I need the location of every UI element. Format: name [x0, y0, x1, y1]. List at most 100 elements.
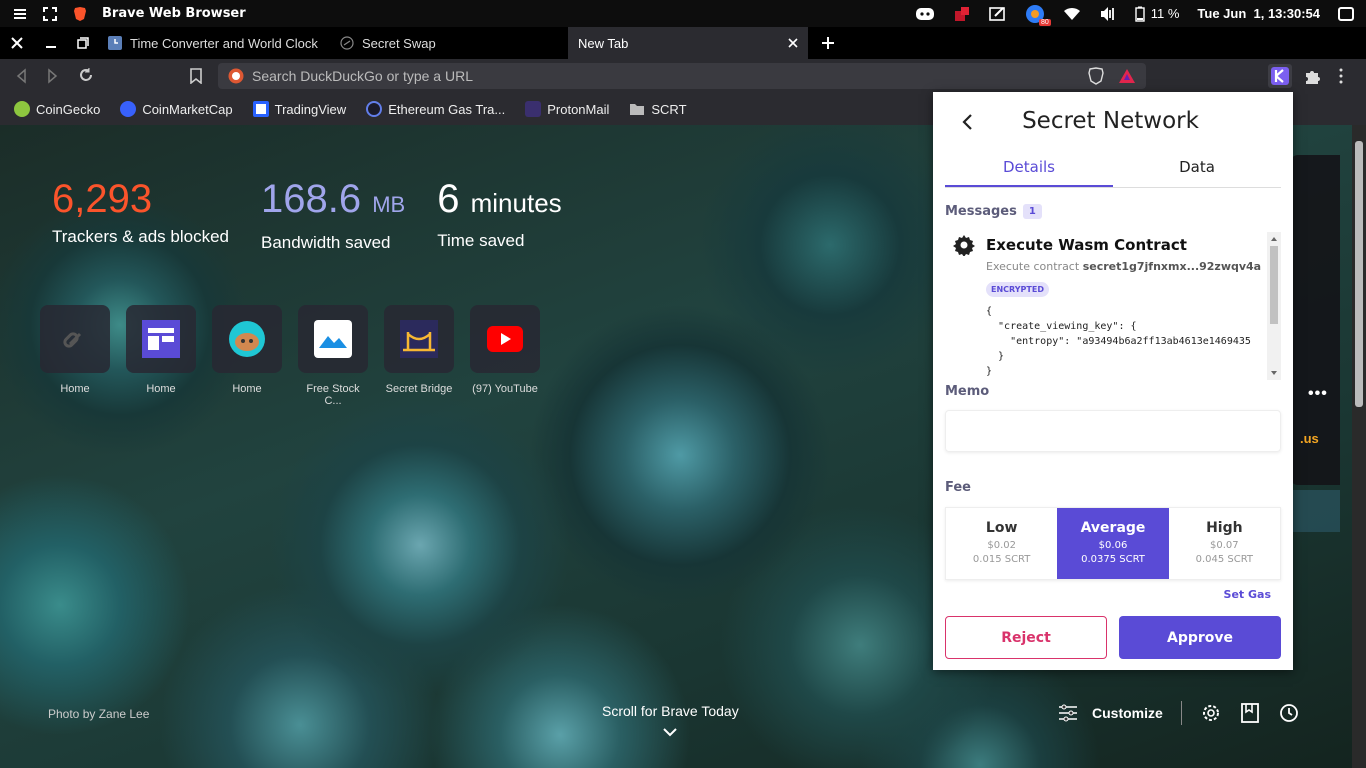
bookmark-ethereum-gas[interactable]: Ethereum Gas Tra... [366, 101, 505, 117]
discord-icon[interactable] [915, 6, 935, 22]
fee-label: Fee [945, 480, 971, 495]
volume-icon[interactable] [1099, 6, 1117, 22]
stat-trackers-label: Trackers & ads blocked [52, 227, 229, 246]
tab-label: Secret Swap [362, 35, 436, 51]
forward-icon[interactable] [46, 68, 60, 84]
chevron-down-icon [663, 728, 678, 737]
window-icon[interactable] [1338, 6, 1354, 21]
sliders-icon [1059, 704, 1077, 722]
extensions-puzzle-icon[interactable] [1303, 68, 1321, 86]
tile-label: Secret Bridge [385, 383, 453, 395]
app-tray-icon[interactable] [953, 5, 971, 23]
bookmark-label: TradingView [274, 101, 347, 117]
fee-option-average[interactable]: Average $0.06 0.0375 SCRT [1057, 508, 1169, 579]
bookmark-label: SCRT [651, 101, 687, 117]
toolbar: Search DuckDuckGo or type a URL [0, 59, 1366, 93]
customize-button[interactable]: Customize [1058, 704, 1163, 722]
battery-icon[interactable] [1135, 6, 1145, 22]
fullscreen-icon[interactable] [42, 6, 58, 22]
fee-option-low[interactable]: Low $0.02 0.015 SCRT [946, 508, 1057, 579]
scroll-brave-today[interactable]: Scroll for Brave Today [602, 703, 739, 740]
message-title: Execute Wasm Contract [986, 236, 1187, 254]
clock[interactable]: Tue Jun 1, 13:30:54 [1197, 6, 1320, 21]
tile-label: Free Stock C... [306, 383, 360, 407]
bookmark-tradingview[interactable]: TradingView [252, 101, 347, 117]
message-scrollbar[interactable] [1267, 232, 1281, 380]
side-widget-button[interactable] [1290, 490, 1340, 532]
top-site-tile[interactable]: Secret Bridge [384, 305, 454, 407]
encrypted-badge: ENCRYPTED [986, 282, 1049, 297]
bookmark-coinmarketcap[interactable]: CoinMarketCap [120, 101, 233, 117]
fee-scrt: 0.045 SCRT [1195, 554, 1254, 565]
page-scrollbar[interactable] [1352, 125, 1366, 768]
stat-trackers-value: 6,293 [52, 177, 153, 221]
top-site-tile[interactable]: Home [212, 305, 282, 407]
back-icon[interactable] [14, 68, 28, 84]
free-stock-charts-icon [314, 320, 352, 358]
set-gas-link[interactable]: Set Gas [1224, 588, 1271, 601]
memo-input[interactable] [945, 410, 1281, 452]
approve-button[interactable]: Approve [1119, 616, 1281, 659]
keplr-extension-icon[interactable] [1268, 64, 1292, 88]
settings-gear-icon[interactable] [1200, 702, 1222, 724]
memo-label: Memo [945, 384, 990, 399]
contract-address: secret1g7jfnxmx...92zwqv4a [1082, 260, 1262, 273]
history-icon[interactable] [1278, 702, 1300, 724]
tab-secret-swap[interactable]: Secret Swap [330, 27, 568, 59]
messages-label: Messages [945, 204, 1017, 219]
fee-option-high[interactable]: High $0.07 0.045 SCRT [1169, 508, 1280, 579]
tab-time-converter[interactable]: Time Converter and World Clock - Co [98, 27, 330, 59]
widget-more-icon[interactable]: ••• [1308, 385, 1328, 403]
more-menu-icon[interactable] [1338, 68, 1344, 84]
close-window-icon[interactable] [0, 37, 34, 49]
bookmark-label: CoinGecko [36, 101, 101, 117]
minimize-window-icon[interactable] [34, 37, 68, 49]
tradingview-icon [252, 101, 269, 117]
close-tab-icon[interactable] [788, 38, 798, 48]
message-scrollbar-thumb[interactable] [1270, 246, 1278, 324]
photo-credit[interactable]: Photo by Zane Lee [48, 707, 149, 721]
gear-icon [953, 234, 975, 260]
tab-data[interactable]: Data [1113, 154, 1281, 187]
protonmail-icon [525, 101, 542, 117]
bookmark-folder-scrt[interactable]: SCRT [629, 101, 687, 117]
menu-icon[interactable] [12, 7, 28, 21]
stat-time-unit: minutes [470, 188, 562, 218]
top-site-tile[interactable]: (97) YouTube [470, 305, 540, 407]
tile-label: (97) YouTube [472, 383, 538, 395]
fee-scrt: 0.0375 SCRT [1081, 554, 1145, 565]
stat-time-number: 6 minutes [437, 177, 561, 225]
bookmark-coingecko[interactable]: CoinGecko [14, 101, 100, 117]
tab-details[interactable]: Details [945, 154, 1113, 187]
top-site-tile[interactable]: Free Stock C... [298, 305, 368, 407]
url-bar[interactable]: Search DuckDuckGo or type a URL [218, 63, 1146, 89]
coinmarketcap-icon [120, 101, 137, 117]
reject-button[interactable]: Reject [945, 616, 1107, 659]
bookmarks-manager-icon[interactable] [1240, 702, 1260, 724]
fee-usd: $0.02 [987, 540, 1016, 551]
top-site-tile[interactable]: Home [40, 305, 110, 407]
stat-bandwidth-value: 168.6 [261, 177, 362, 221]
new-tab-icon[interactable] [808, 36, 848, 50]
scrollbar-thumb[interactable] [1355, 141, 1363, 407]
notes-icon[interactable] [988, 6, 1007, 22]
side-widget: ••• .us [1290, 155, 1340, 485]
brave-rewards-icon[interactable] [1118, 68, 1136, 84]
popup-tabs: Details Data [945, 154, 1281, 188]
bookmark-protonmail[interactable]: ProtonMail [525, 101, 609, 117]
tile-label: Home [146, 383, 176, 395]
link-icon [63, 332, 82, 348]
widget-domain-text: .us [1300, 431, 1319, 446]
reload-icon[interactable] [78, 67, 94, 83]
update-icon[interactable]: 80 [1025, 4, 1051, 26]
bookmark-icon[interactable] [190, 68, 202, 84]
tab-new-tab[interactable]: New Tab [568, 27, 808, 59]
stat-bandwidth-number: 168.6 MB [261, 177, 405, 227]
fee-scrt: 0.015 SCRT [972, 554, 1031, 565]
fee-usd: $0.07 [1210, 540, 1239, 551]
top-site-tile[interactable]: Home [126, 305, 196, 407]
brave-shields-icon[interactable] [1088, 67, 1104, 85]
messages-count-badge: 1 [1022, 204, 1042, 219]
restore-window-icon[interactable] [68, 37, 98, 49]
wifi-icon[interactable] [1063, 7, 1081, 21]
